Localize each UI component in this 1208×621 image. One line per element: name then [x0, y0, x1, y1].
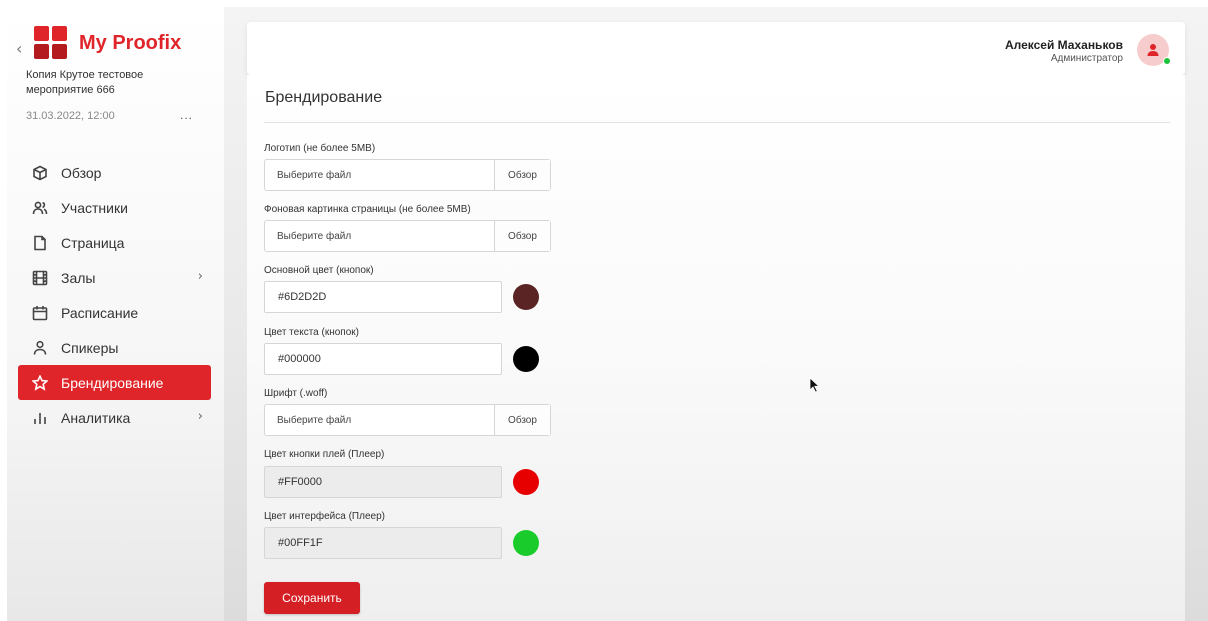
sidebar-item-overview[interactable]: Обзор: [18, 155, 211, 190]
primary-color-label: Основной цвет (кнопок): [264, 265, 374, 276]
brand-title[interactable]: My Proofix: [79, 32, 181, 55]
sidebar-item-label: Страница: [61, 234, 125, 251]
page-title: Брендирование: [265, 89, 383, 106]
window-left-edge: [0, 0, 7, 621]
interface-color-swatch[interactable]: [513, 530, 539, 556]
sidebar-nav: Обзор Участники Страница Залы › Расписан…: [18, 155, 211, 435]
star-icon: [30, 373, 50, 393]
sidebar-item-label: Спикеры: [61, 339, 119, 356]
sidebar-item-schedule[interactable]: Расписание: [18, 295, 211, 330]
logo-label: Логотип (не более 5MB): [264, 143, 376, 154]
sidebar-item-label: Участники: [61, 199, 128, 216]
event-date: 31.03.2022, 12:00: [26, 110, 115, 122]
play-color-label: Цвет кнопки плей (Плеер): [264, 449, 385, 460]
sidebar-item-branding[interactable]: Брендирование: [18, 365, 211, 400]
chevron-left-icon[interactable]: ‹: [16, 39, 22, 58]
window-top-edge: [0, 0, 1208, 7]
sidebar-item-label: Расписание: [61, 304, 139, 321]
play-color-swatch[interactable]: [513, 469, 539, 495]
divider: [264, 122, 1170, 123]
sidebar-item-speakers[interactable]: Спикеры: [18, 330, 211, 365]
event-name: Копия Крутое тестовое мероприятие 666: [26, 69, 144, 96]
sidebar: ‹ My Proofix Копия Крутое тестовое мероп…: [7, 7, 224, 621]
top-header: Алексей Маханьков Администратор: [247, 22, 1185, 75]
primary-color-input[interactable]: #6D2D2D: [264, 281, 502, 313]
background-label: Фоновая картинка страницы (не более 5MB): [264, 204, 471, 215]
cube-icon: [30, 163, 50, 183]
calendar-icon: [30, 303, 50, 323]
logo-file-placeholder[interactable]: Выберите файл: [265, 160, 494, 190]
user-role: Администратор: [1050, 53, 1123, 64]
sidebar-item-participants[interactable]: Участники: [18, 190, 211, 225]
text-color-label: Цвет текста (кнопок): [264, 327, 359, 338]
sidebar-item-label: Залы: [61, 269, 96, 286]
app-window: ‹ My Proofix Копия Крутое тестовое мероп…: [0, 0, 1208, 621]
film-icon: [30, 268, 50, 288]
background-file-placeholder[interactable]: Выберите файл: [265, 221, 494, 251]
sidebar-item-page[interactable]: Страница: [18, 225, 211, 260]
text-color-input[interactable]: #000000: [264, 343, 502, 375]
chevron-right-icon: ›: [197, 269, 203, 284]
background-browse-button[interactable]: Обзор: [494, 221, 550, 251]
chevron-right-icon: ›: [197, 409, 203, 424]
logo-icon: [34, 26, 67, 59]
branding-form: Брендирование Логотип (не более 5MB) Выб…: [247, 75, 1185, 621]
font-browse-button[interactable]: Обзор: [494, 405, 550, 435]
sidebar-item-halls[interactable]: Залы ›: [18, 260, 211, 295]
background-file-input[interactable]: Выберите файл Обзор: [264, 220, 551, 252]
interface-color-label: Цвет интерфейса (Плеер): [264, 511, 385, 522]
logo-file-input[interactable]: Выберите файл Обзор: [264, 159, 551, 191]
speaker-icon: [30, 338, 50, 358]
interface-color-input[interactable]: #00FF1F: [264, 527, 502, 559]
text-color-swatch[interactable]: [513, 346, 539, 372]
sidebar-item-analytics[interactable]: Аналитика ›: [18, 400, 211, 435]
primary-color-swatch[interactable]: [513, 284, 539, 310]
user-name: Алексей Маханьков: [1004, 38, 1123, 52]
more-options-button[interactable]: ...: [180, 108, 193, 122]
page-icon: [30, 233, 50, 253]
users-icon: [30, 198, 50, 218]
font-label: Шрифт (.woff): [264, 388, 328, 399]
bar-chart-icon: [30, 408, 50, 428]
logo-browse-button[interactable]: Обзор: [494, 160, 550, 190]
font-file-placeholder[interactable]: Выберите файл: [265, 405, 494, 435]
sidebar-item-label: Обзор: [61, 164, 102, 181]
sidebar-item-label: Аналитика: [61, 409, 131, 426]
save-button[interactable]: Сохранить: [264, 582, 360, 614]
mouse-cursor-icon: [809, 377, 821, 393]
sidebar-item-label: Брендирование: [61, 374, 164, 391]
font-file-input[interactable]: Выберите файл Обзор: [264, 404, 551, 436]
online-status-dot: [1163, 57, 1171, 65]
play-color-input[interactable]: #FF0000: [264, 466, 502, 498]
